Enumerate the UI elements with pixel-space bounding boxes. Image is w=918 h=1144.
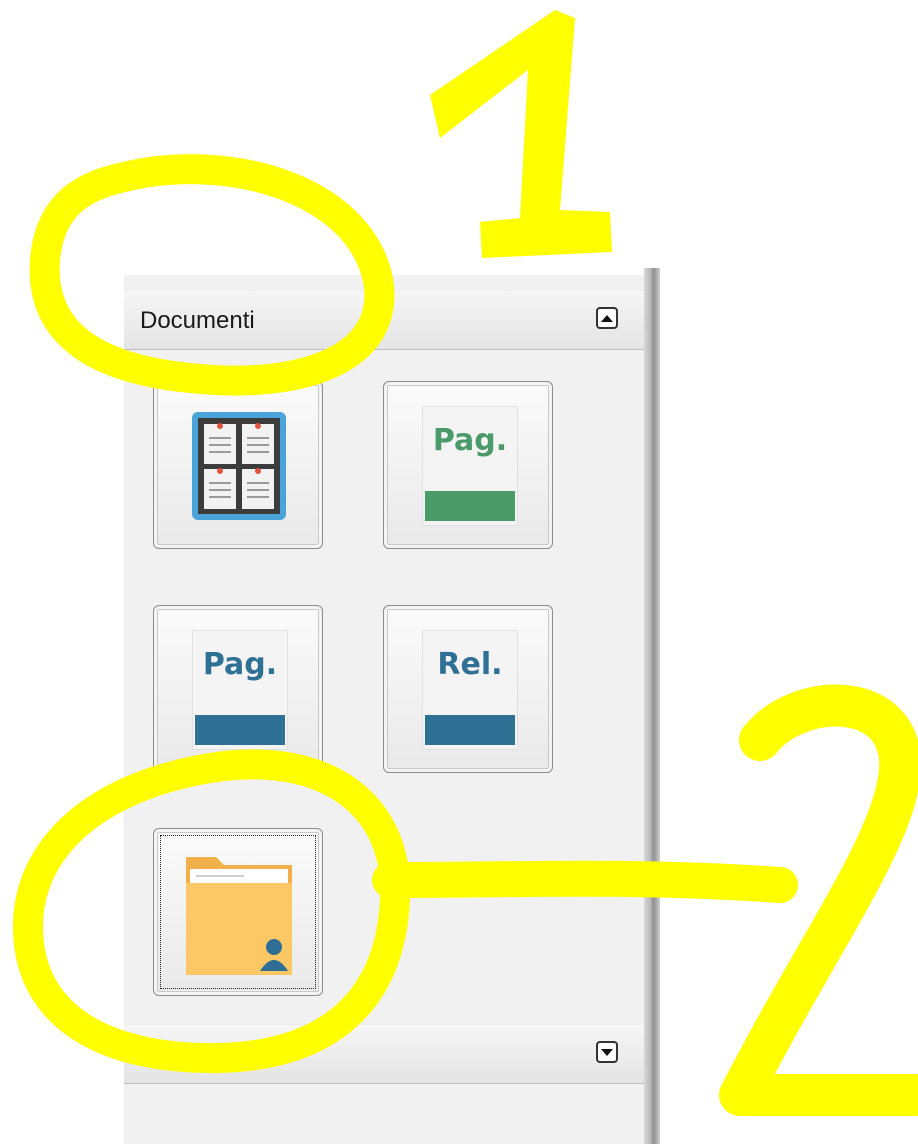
section-header-utilita[interactable]: Utilità — [124, 1024, 644, 1084]
chevron-up-icon — [601, 314, 613, 322]
section-title-utilita: Utilità — [140, 1041, 201, 1068]
folder-user-button[interactable] — [153, 828, 323, 996]
section-title-documenti: Documenti — [140, 307, 255, 334]
document-icon: Pag. — [422, 406, 518, 526]
pag-green-button[interactable]: Pag. — [383, 381, 553, 549]
rel-blue-bar — [425, 715, 515, 745]
collapse-toggle-utilita[interactable] — [596, 1041, 618, 1063]
collapse-toggle-documenti[interactable] — [596, 307, 618, 329]
pag-green-label: Pag. — [432, 423, 508, 458]
section-header-documenti[interactable]: Documenti — [124, 290, 644, 350]
rel-blue-button[interactable]: Rel. — [383, 605, 553, 773]
chevron-down-icon — [601, 1048, 613, 1056]
pag-green-bar — [425, 491, 515, 521]
folder-user-icon — [186, 857, 292, 975]
document-icon: Rel. — [422, 630, 518, 750]
pag-blue-bar — [195, 715, 285, 745]
panel-scroll-divider[interactable] — [644, 268, 660, 1144]
pag-blue-button[interactable]: Pag. — [153, 605, 323, 773]
rel-blue-label: Rel. — [437, 647, 503, 682]
document-icon: Pag. — [192, 630, 288, 750]
pag-blue-label: Pag. — [202, 647, 278, 682]
bulletin-board-icon — [192, 412, 286, 520]
bulletin-board-button[interactable] — [153, 381, 323, 549]
